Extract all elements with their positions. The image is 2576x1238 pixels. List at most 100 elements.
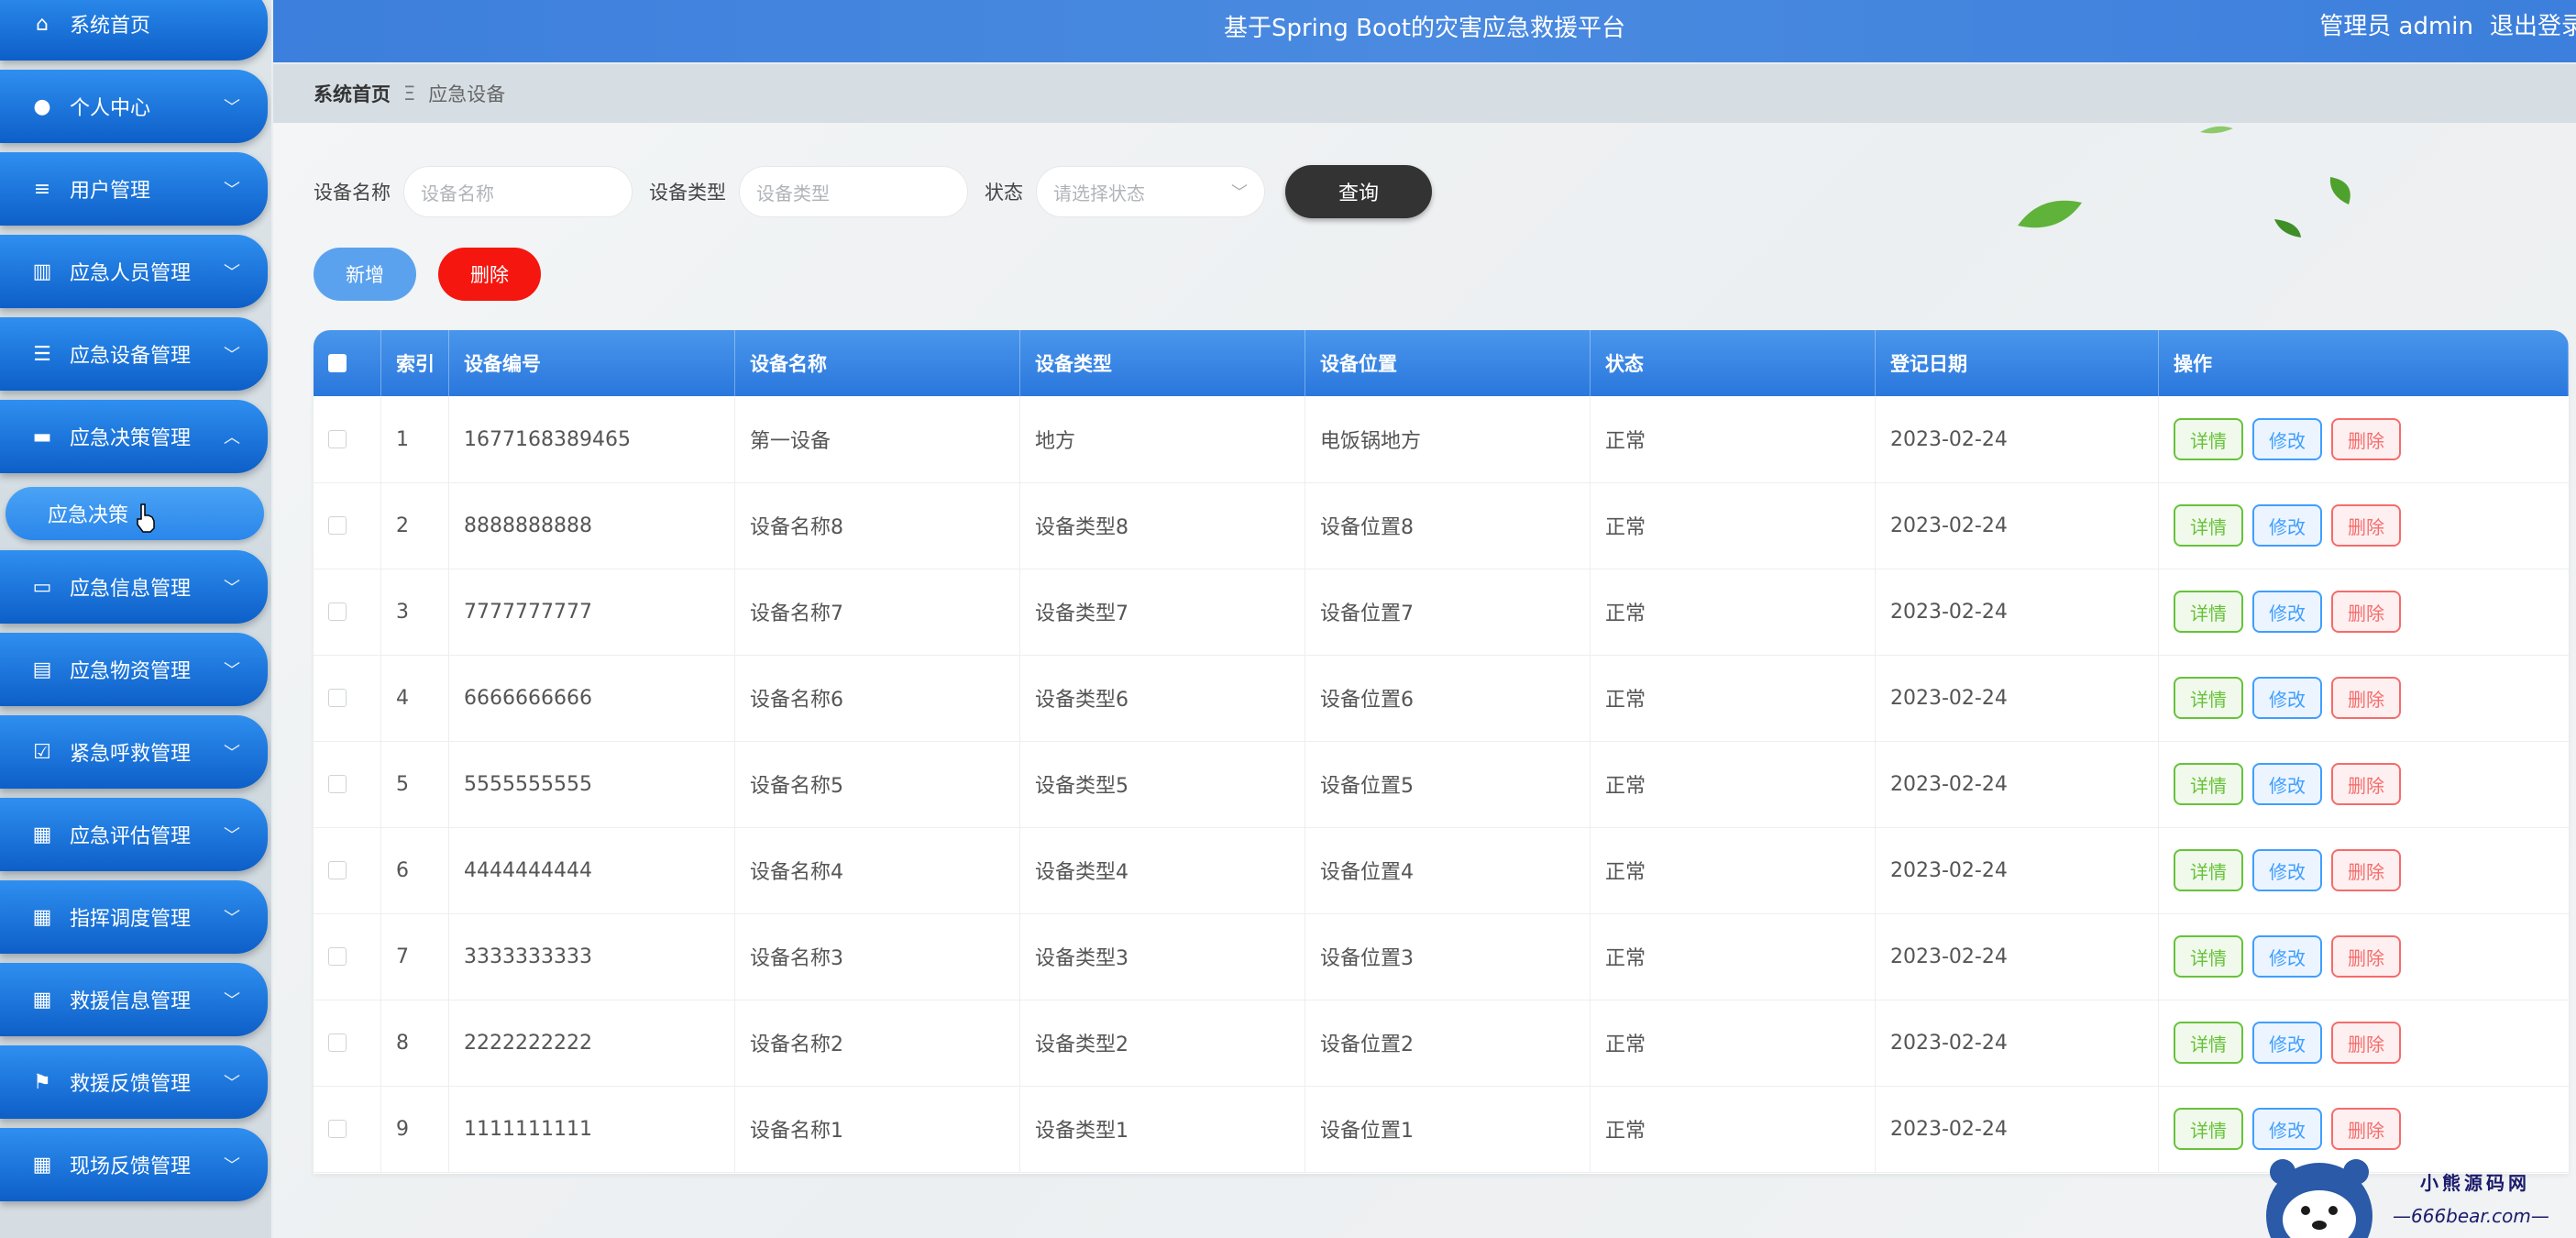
row-checkbox[interactable] [328, 516, 347, 535]
edit-button[interactable]: 修改 [2252, 591, 2322, 633]
app-title: 基于Spring Boot的灾害应急救援平台 [1223, 15, 1625, 42]
detail-button[interactable]: 详情 [2174, 504, 2243, 547]
sidebar-item-3[interactable]: ≡ 用户管理 ﹀ [0, 152, 268, 226]
cell-index: 6 [381, 827, 449, 913]
menu-icon: ☰ [33, 342, 51, 366]
status-select[interactable]: 请选择状态 ﹀ [1036, 166, 1265, 217]
edit-button[interactable]: 修改 [2252, 504, 2322, 547]
watermark-url: —666bear.com— [2393, 1205, 2549, 1227]
cell-actions: 详情 修改 删除 [2159, 741, 2569, 827]
cell-actions: 详情 修改 删除 [2159, 655, 2569, 741]
cell-actions: 详情 修改 删除 [2159, 396, 2569, 482]
device-name-label: 设备名称 [314, 182, 391, 204]
cell-index: 7 [381, 913, 449, 1000]
logout-link[interactable]: 退出登录 [2490, 13, 2576, 40]
row-checkbox[interactable] [328, 775, 347, 793]
cell-type: 地方 [1020, 396, 1305, 482]
column-header: 状态 [1591, 330, 1876, 396]
table-header: 索引 设备编号 设备名称 设备类型 设备位置 状态 登记日期 操作 [314, 330, 2569, 396]
admin-user-label[interactable]: 管理员 admin [2319, 13, 2473, 40]
row-checkbox[interactable] [328, 689, 347, 707]
row-select-cell [314, 655, 381, 741]
query-button[interactable]: 查询 [1285, 165, 1432, 218]
bulk-delete-button[interactable]: 删除 [438, 248, 541, 301]
select-all-checkbox[interactable] [328, 354, 347, 372]
detail-button[interactable]: 详情 [2174, 418, 2243, 460]
cell-status: 正常 [1591, 396, 1876, 482]
edit-button[interactable]: 修改 [2252, 677, 2322, 719]
table-row: 8 2222222222 设备名称2 设备类型2 设备位置2 正常 2023-02-24 详情… [314, 1000, 2569, 1087]
leaf-decoration-icon [2329, 177, 2350, 204]
row-checkbox[interactable] [328, 602, 347, 621]
detail-button[interactable]: 详情 [2174, 849, 2243, 891]
cell-status: 正常 [1591, 827, 1876, 913]
device-name-input[interactable]: 设备名称 [403, 166, 633, 217]
sidebar-item-9[interactable]: ☑ 紧急呼救管理 ﹀ [0, 715, 268, 789]
table-row: 6 4444444444 设备名称4 设备类型4 设备位置4 正常 2023-02-24 详情… [314, 827, 2569, 914]
cell-type: 设备类型7 [1020, 569, 1305, 655]
flag-icon: ⚑ [33, 1070, 51, 1094]
check-clipboard-icon: ☑ [33, 740, 51, 764]
cell-type: 设备类型5 [1020, 741, 1305, 827]
search-bar: 设备名称 设备名称 设备类型 设备类型 状态 请选择状态 ﹀ [314, 165, 1265, 218]
edit-button[interactable]: 修改 [2252, 1022, 2322, 1064]
delete-button[interactable]: 删除 [2331, 591, 2401, 633]
detail-button[interactable]: 详情 [2174, 1022, 2243, 1064]
detail-button[interactable]: 详情 [2174, 677, 2243, 719]
edit-button[interactable]: 修改 [2252, 935, 2322, 978]
delete-button[interactable]: 删除 [2331, 763, 2401, 805]
edit-button[interactable]: 修改 [2252, 763, 2322, 805]
row-checkbox[interactable] [328, 430, 347, 448]
cell-code: 1111111111 [449, 1086, 735, 1172]
row-checkbox[interactable] [328, 1120, 347, 1138]
edit-button[interactable]: 修改 [2252, 418, 2322, 460]
edit-button[interactable]: 修改 [2252, 849, 2322, 891]
delete-button[interactable]: 删除 [2331, 1022, 2401, 1064]
column-header: 设备名称 [735, 330, 1020, 396]
detail-button[interactable]: 详情 [2174, 1108, 2243, 1150]
device-type-input[interactable]: 设备类型 [739, 166, 968, 217]
sidebar-item-2[interactable]: ● 个人中心 ﹀ [0, 70, 268, 143]
sidebar-item-12[interactable]: ▦ 救援信息管理 ﹀ [0, 963, 268, 1036]
sidebar-item-7[interactable]: ▭ 应急信息管理 ﹀ [0, 550, 268, 624]
sidebar-item-5[interactable]: ☰ 应急设备管理 ﹀ [0, 317, 268, 391]
add-button[interactable]: 新增 [314, 248, 416, 301]
row-select-cell [314, 827, 381, 913]
delete-button[interactable]: 删除 [2331, 849, 2401, 891]
home-icon: ⌂ [36, 12, 49, 36]
chevron-down-icon: ﹀ [1231, 183, 1248, 203]
detail-button[interactable]: 详情 [2174, 935, 2243, 978]
delete-button[interactable]: 删除 [2331, 935, 2401, 978]
table-row: 4 6666666666 设备名称6 设备类型6 设备位置6 正常 2023-02-24 详情… [314, 655, 2569, 742]
sidebar-item-label: 应急人员管理 [70, 262, 192, 285]
row-checkbox[interactable] [328, 947, 347, 966]
sidebar-item-10[interactable]: ▦ 应急评估管理 ﹀ [0, 798, 268, 871]
sidebar-item-1[interactable]: ⌂ 系统首页 [0, 0, 268, 61]
row-checkbox[interactable] [328, 861, 347, 879]
delete-button[interactable]: 删除 [2331, 418, 2401, 460]
cell-date: 2023-02-24 [1876, 913, 2159, 1000]
monitor-icon: ▭ [32, 575, 52, 599]
sidebar-item-6[interactable]: ▬ 应急决策管理 ︿ [0, 400, 268, 473]
sidebar-item-13[interactable]: ⚑ 救援反馈管理 ﹀ [0, 1045, 268, 1119]
delete-button[interactable]: 删除 [2331, 504, 2401, 547]
sidebar-item-4[interactable]: ▥ 应急人员管理 ﹀ [0, 235, 268, 308]
detail-button[interactable]: 详情 [2174, 591, 2243, 633]
leaf-decoration-icon [2018, 200, 2082, 228]
row-checkbox[interactable] [328, 1034, 347, 1052]
row-select-cell [314, 741, 381, 827]
sidebar-item-label: 应急评估管理 [70, 825, 192, 848]
chevron-down-icon: ﹀ [224, 346, 240, 365]
breadcrumb-home[interactable]: 系统首页 [314, 80, 391, 107]
column-header: 设备类型 [1020, 330, 1305, 396]
sidebar-item-11[interactable]: ▦ 指挥调度管理 ﹀ [0, 880, 268, 954]
cell-status: 正常 [1591, 1000, 1876, 1086]
sidebar-item-label: 救援信息管理 [70, 990, 192, 1013]
detail-button[interactable]: 详情 [2174, 763, 2243, 805]
sidebar-item-8[interactable]: ▤ 应急物资管理 ﹀ [0, 633, 268, 706]
sidebar-item-14[interactable]: ▦ 现场反馈管理 ﹀ [0, 1128, 268, 1201]
cell-location: 设备位置6 [1305, 655, 1591, 741]
row-select-cell [314, 569, 381, 655]
delete-button[interactable]: 删除 [2331, 677, 2401, 719]
cell-location: 设备位置3 [1305, 913, 1591, 1000]
